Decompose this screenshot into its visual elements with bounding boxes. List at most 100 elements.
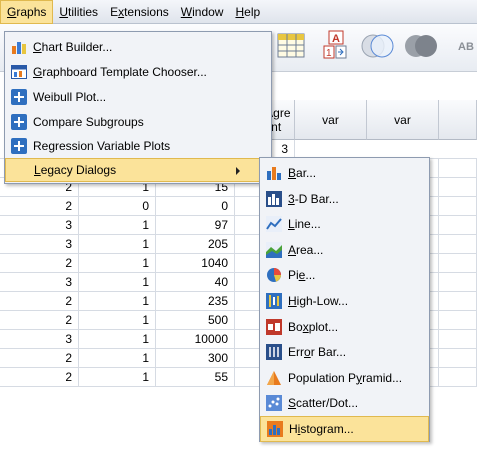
menu-item-legacy-dialogs-mnemonic: L <box>34 163 41 177</box>
menu-window-mnemonic: W <box>180 5 193 19</box>
table-cell[interactable]: 2 <box>0 311 79 330</box>
menu-item-weibull-plot-label: Weibull Plot... <box>33 89 107 104</box>
menu-item-chart-builder-mnemonic: C <box>33 39 42 54</box>
table-cell[interactable]: 1 <box>79 273 156 292</box>
menu-item-compare-subgroups-label: Compare Subgroups <box>33 114 144 129</box>
table-cell[interactable]: 1 <box>79 235 156 254</box>
table-cell[interactable]: 1 <box>79 349 156 368</box>
table-cell[interactable]: 2 <box>0 292 79 311</box>
table-cell[interactable]: 1 <box>79 311 156 330</box>
submenu-item-boxplot[interactable]: Boxplot... <box>260 314 429 340</box>
table-cell[interactable]: 1 <box>79 330 156 349</box>
table-cell[interactable]: 1 <box>79 292 156 311</box>
table-cell[interactable]: 2 <box>0 197 79 216</box>
table-cell[interactable]: 3 <box>0 273 79 292</box>
table-cell[interactable]: 0 <box>156 197 235 216</box>
menu-item-graphboard-template-chooser[interactable]: Graphboard Template Chooser... <box>5 59 271 84</box>
submenu-item-pie-chart[interactable]: Pie... <box>260 262 429 288</box>
table-cell[interactable]: 1 <box>79 254 156 273</box>
blank-icon <box>12 162 28 178</box>
submenu-item-histogram[interactable]: Histogram... <box>260 416 429 442</box>
table-cell[interactable]: 300 <box>156 349 235 368</box>
submenu-item-bar-chart[interactable]: Bar... <box>260 160 429 186</box>
table-cell[interactable]: 1 <box>79 216 156 235</box>
table-cell[interactable]: 10000 <box>156 330 235 349</box>
spell-check-icon[interactable]: AB <box>458 41 474 53</box>
menu-item-legacy-dialogs[interactable]: Legacy Dialogs <box>5 158 271 182</box>
graphs-dropdown-menu: Chart Builder... Graphboard Template Cho… <box>4 31 272 184</box>
submenu-item-label-rest: ine... <box>294 217 321 232</box>
table-cell[interactable]: 55 <box>156 368 235 387</box>
menu-item-weibull-plot[interactable]: Weibull Plot... <box>5 84 271 109</box>
submenu-item-label: Scatter/Dot... <box>288 396 358 410</box>
table-cell[interactable] <box>439 349 477 368</box>
table-cell[interactable] <box>439 292 477 311</box>
table-cell[interactable] <box>439 311 477 330</box>
submenu-item-label-prefix: Population P <box>288 370 357 385</box>
table-cell[interactable]: 500 <box>156 311 235 330</box>
table-cell[interactable]: 1040 <box>156 254 235 273</box>
table-cell[interactable]: 2 <box>0 368 79 387</box>
submenu-item-label: Area... <box>288 243 323 257</box>
table-cell[interactable] <box>439 197 477 216</box>
column-header-var[interactable]: var <box>295 100 367 140</box>
menu-window[interactable]: Window <box>175 0 230 24</box>
menu-graphs-label: raphs <box>16 5 47 19</box>
table-cell[interactable]: 3 <box>0 235 79 254</box>
table-cell[interactable]: 235 <box>156 292 235 311</box>
submenu-item-label: Error Bar... <box>288 345 346 359</box>
table-cell[interactable]: 97 <box>156 216 235 235</box>
submenu-item-3d-bar-chart[interactable]: 3-D Bar... <box>260 186 429 212</box>
table-cell[interactable]: 0 <box>79 197 156 216</box>
menu-extensions-prefix: E <box>110 5 119 19</box>
column-header-edge <box>439 100 477 140</box>
table-cell[interactable] <box>439 330 477 349</box>
menu-item-regression-variable-plots[interactable]: Regression Variable Plots <box>5 133 271 158</box>
table-cell[interactable]: 205 <box>156 235 235 254</box>
table-cell[interactable]: 2 <box>0 254 79 273</box>
column-header-var[interactable]: var <box>367 100 439 140</box>
use-sets-icon[interactable] <box>404 31 440 64</box>
table-cell[interactable] <box>439 235 477 254</box>
submenu-item-mnemonic: H <box>288 294 297 308</box>
menu-graphs[interactable]: Graphs <box>0 0 54 24</box>
submenu-item-scatter-dot[interactable]: Scatter/Dot... <box>260 390 429 416</box>
table-cell[interactable] <box>439 216 477 235</box>
submenu-item-error-bar[interactable]: Error Bar... <box>260 339 429 365</box>
submenu-item-high-low-chart[interactable]: High-Low... <box>260 288 429 314</box>
plus-icon <box>11 88 27 105</box>
menu-graphs-mnemonic: G <box>7 5 17 19</box>
table-cell[interactable]: 3 <box>0 216 79 235</box>
submenu-item-population-pyramid[interactable]: Population Pyramid... <box>260 365 429 391</box>
table-cell[interactable] <box>439 159 477 178</box>
svg-text:A: A <box>332 33 340 45</box>
menu-utilities[interactable]: Utilities <box>53 0 104 24</box>
menu-item-chart-builder[interactable]: Chart Builder... <box>5 34 271 59</box>
venn-sets-icon[interactable] <box>360 31 396 64</box>
submenu-item-label-prefix: Err <box>288 345 304 360</box>
submenu-item-label: Bar... <box>288 166 316 180</box>
submenu-item-label: Boxplot... <box>288 320 338 334</box>
submenu-item-line-chart[interactable]: Line... <box>260 211 429 237</box>
table-grid-icon[interactable] <box>277 32 307 63</box>
menu-item-graphboard-label: raphboard Template Chooser... <box>42 64 207 79</box>
table-cell[interactable] <box>439 178 477 197</box>
table-cell[interactable]: 40 <box>156 273 235 292</box>
table-cell[interactable] <box>439 273 477 292</box>
table-cell[interactable] <box>439 368 477 387</box>
submenu-item-label: Histogram... <box>289 422 354 436</box>
submenu-item-area-chart[interactable]: Area... <box>260 237 429 263</box>
submenu-item-label-rest: r Bar... <box>310 345 347 360</box>
submenu-item-label-prefix: Bo <box>288 319 303 334</box>
error-bar-icon <box>266 344 282 361</box>
table-cell[interactable]: 3 <box>0 330 79 349</box>
menu-item-compare-subgroups[interactable]: Compare Subgroups <box>5 109 271 134</box>
menu-help[interactable]: Help <box>229 0 266 24</box>
value-labels-icon[interactable]: A 1 <box>320 30 350 65</box>
submenu-arrow-icon <box>236 167 240 175</box>
table-cell[interactable]: 2 <box>0 349 79 368</box>
table-cell[interactable] <box>439 254 477 273</box>
area-chart-icon <box>266 241 282 258</box>
menu-extensions[interactable]: Extensions <box>104 0 175 24</box>
table-cell[interactable]: 1 <box>79 368 156 387</box>
